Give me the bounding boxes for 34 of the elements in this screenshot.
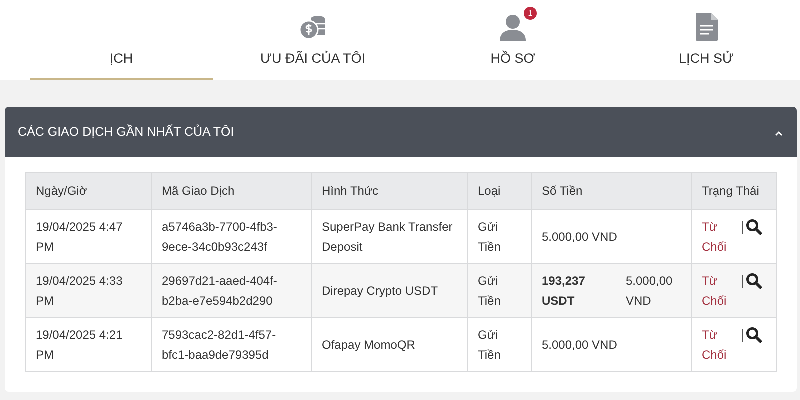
- tab[interactable]: ƯU ĐÃI CỦA TÔI: [213, 0, 413, 80]
- search-icon[interactable]: [746, 216, 762, 234]
- table-cell: Gửi Tiền: [468, 264, 532, 318]
- column-header: Hình Thức: [312, 172, 468, 210]
- table-cell: Direpay Crypto USDT: [312, 264, 468, 318]
- search-icon[interactable]: [746, 324, 762, 342]
- status-label: Từ Chối: [702, 272, 728, 310]
- crypto-amount: 193,237 USDT: [542, 272, 586, 310]
- panel-header[interactable]: CÁC GIAO DỊCH GẦN NHẤT CỦA TÔI: [5, 107, 797, 157]
- tab[interactable]: LỊCH SỬ: [613, 0, 800, 80]
- table-cell: 7593cac2-82d1-4f57-bfc1-baa9de79395d: [152, 318, 312, 372]
- document-icon: [694, 13, 718, 41]
- panel-title: CÁC GIAO DỊCH GẦN NHẤT CỦA TÔI: [18, 125, 234, 139]
- table-cell: 19/04/2025 4:33 PM: [26, 264, 152, 318]
- amount-text: 5.000,00 VND: [542, 228, 618, 246]
- table-cell: Gửi Tiền: [468, 318, 532, 372]
- column-header: Ngày/Giờ: [26, 172, 152, 210]
- person-icon: [499, 13, 527, 41]
- column-header: Loại: [468, 172, 532, 210]
- table-cell: 29697d21-aaed-404f-b2ba-e7e594b2d290: [152, 264, 312, 318]
- tab[interactable]: 1 HỒ SƠ: [413, 0, 613, 80]
- column-header: Trạng Thái: [692, 172, 776, 210]
- table-cell: 19/04/2025 4:21 PM: [26, 318, 152, 372]
- table-cell: Ofapay MomoQR: [312, 318, 468, 372]
- tab[interactable]: ỊCH: [30, 0, 213, 80]
- column-header: Số Tiền: [532, 172, 692, 210]
- search-icon[interactable]: [746, 270, 762, 288]
- notification-badge: 1: [524, 7, 537, 20]
- amount-text: 5.000,00 VND: [542, 336, 618, 354]
- status-label: Từ Chối: [702, 326, 728, 364]
- amount-text: 5.000,00 VND: [626, 272, 674, 310]
- coins-icon: [299, 13, 327, 41]
- column-header: Mã Giao Dịch: [152, 172, 312, 210]
- status-label: Từ Chối: [702, 218, 728, 256]
